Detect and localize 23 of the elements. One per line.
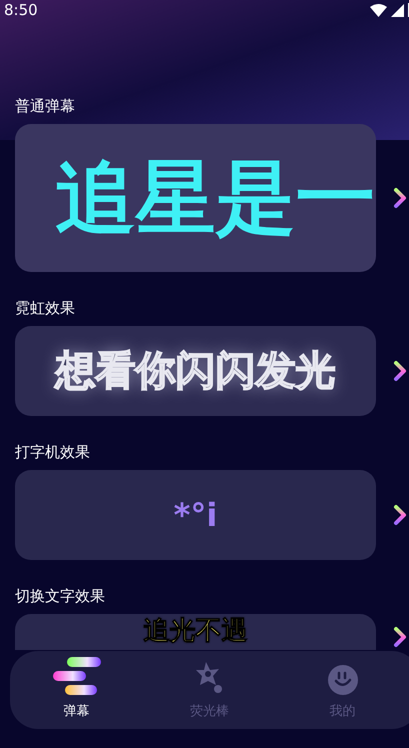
preview-card[interactable]: 追星是一 — [15, 124, 376, 272]
preview-card[interactable]: *°i — [15, 470, 376, 560]
section-title: 普通弹幕 — [14, 96, 76, 116]
chevron-right-icon[interactable] — [393, 504, 407, 526]
status-time: 8:50 — [4, 0, 38, 21]
nav-tab[interactable]: 我的 — [276, 651, 409, 729]
section-title: 切换文字效果 — [14, 586, 106, 606]
chevron-right-icon[interactable] — [393, 360, 407, 382]
preview-card[interactable]: 想看你闪闪发光 — [15, 326, 376, 416]
preview-text: 追星是一 — [54, 158, 376, 238]
section-title: 打字机效果 — [14, 442, 91, 462]
preview-text: 想看你闪闪发光 — [56, 351, 336, 391]
section-title: 霓虹效果 — [14, 298, 76, 318]
signal-icon — [391, 4, 404, 16]
preview-text: *°i — [174, 499, 218, 531]
chevron-right-icon[interactable] — [393, 626, 407, 648]
nav-tab[interactable]: 荧光棒 — [143, 651, 276, 729]
chevron-right-icon[interactable] — [393, 187, 407, 209]
bars-icon — [52, 656, 100, 696]
nav-tab[interactable]: 弹幕 — [10, 651, 143, 729]
smiley-icon — [326, 664, 358, 696]
preview-text: 追光不遇 — [144, 618, 248, 644]
wifi-icon — [370, 4, 387, 16]
